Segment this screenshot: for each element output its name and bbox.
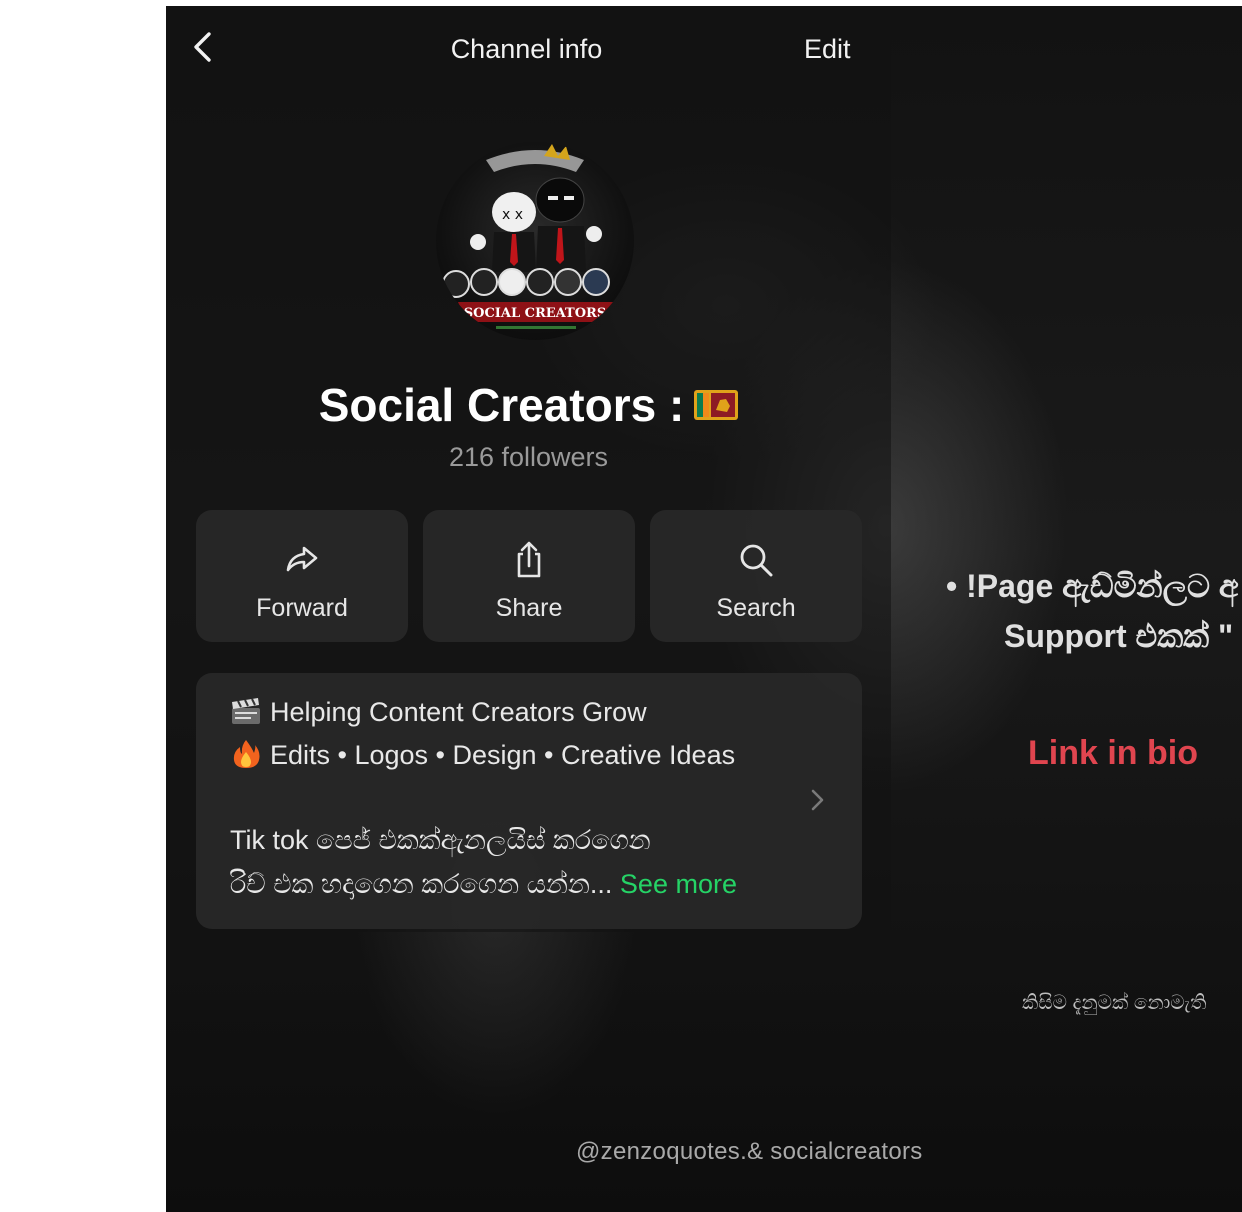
search-label: Search [716,594,796,622]
edit-button[interactable]: Edit [804,34,851,65]
share-label: Share [495,594,563,622]
channel-avatar[interactable]: x x SOCIAL CREATORS [436,142,634,340]
background-small-text: කිසිම දැනුමක් නොමැති [1022,992,1207,1014]
followers-count: 216 followers [448,442,609,472]
sri-lanka-flag-icon [694,389,739,420]
forward-label: Forward [256,594,348,622]
background-bullet-text: • !Page ඇඩ්මින්ලට අ [946,568,1239,604]
watermark-text: @zenzoquotes.& socialcreators [576,1138,923,1165]
description-line-4: රිච් එක හදාගෙන කරගෙන යන්න... See more [230,869,737,899]
top-bar: Channel info Edit [166,6,891,86]
page-title: Channel info [450,34,603,64]
link-in-bio-text: Link in bio [1028,734,1198,772]
background-support-text: Support එකක් " [1004,618,1234,654]
description-line-2: Edits • Logos • Design • Creative Ideas [230,739,735,772]
svg-text:SOCIAL CREATORS: SOCIAL CREATORS [464,306,607,321]
forward-button[interactable]: Forward [196,510,408,642]
description-line-1: Helping Content Creators Grow [230,697,647,729]
channel-info-screen: Channel info Edit x x SOCIAL CREATORS So… [166,6,1242,1212]
share-button[interactable]: Share [423,510,635,642]
share-icon [517,541,541,578]
avatar-logo-image: x x SOCIAL CREATORS [442,144,614,329]
channel-name: Social Creators : [166,378,891,432]
clapperboard-icon [232,697,260,724]
search-icon [740,544,773,577]
channel-info-panel: Channel info Edit x x SOCIAL CREATORS So… [166,6,891,932]
chevron-right-icon[interactable] [808,785,828,815]
see-more-link[interactable]: See more [620,869,737,899]
fire-icon [233,739,260,768]
channel-description[interactable]: Helping Content Creators Grow Edits • Lo… [196,673,862,929]
description-line-3: Tik tok පෙජ් එකක්ඇනලයිස් කරගෙන [230,825,651,855]
svg-text:x x: x x [502,207,523,223]
channel-name-text: Social Creators : [318,379,685,431]
search-button[interactable]: Search [650,510,862,642]
forward-icon [286,546,318,572]
